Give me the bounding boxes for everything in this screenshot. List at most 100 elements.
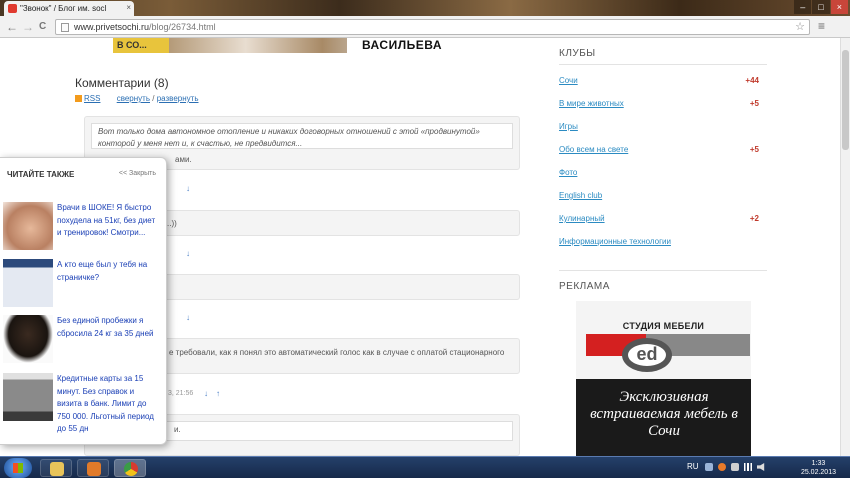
club-row[interactable]: English club	[559, 187, 759, 209]
club-count: +5	[749, 145, 759, 154]
scrollbar-thumb[interactable]	[842, 50, 849, 150]
popup-item[interactable]: Врачи в ШОКЕ! Я быстро похудела на 51кг,…	[0, 202, 167, 254]
back-button[interactable]: ←	[6, 19, 18, 35]
volume-icon[interactable]	[757, 463, 765, 471]
start-button[interactable]	[4, 458, 32, 478]
popup-item-link[interactable]: Без единой пробежки я сбросила 24 кг за …	[57, 315, 161, 340]
comment-4-down-arrow[interactable]: ↓	[204, 389, 208, 398]
club-row[interactable]: Кулинарный +2	[559, 210, 759, 232]
expand-link[interactable]: развернуть	[157, 94, 199, 103]
club-row[interactable]: Игры	[559, 118, 759, 140]
ads-heading: РЕКЛАМА	[559, 281, 610, 292]
popup-item-link[interactable]: Врачи в ШОКЕ! Я быстро похудела на 51кг,…	[57, 202, 161, 240]
club-row[interactable]: В мире животных +5	[559, 95, 759, 117]
address-bar[interactable]: www.privetsochi.ru/blog/26734.html ☆	[55, 19, 810, 35]
top-banner-ad[interactable]: В СО... ВАСИЛЬЕВА	[113, 38, 457, 53]
comment-4-text: е требовали, как я понял это автоматичес…	[169, 348, 505, 357]
club-count: +44	[745, 76, 759, 85]
network-icon[interactable]	[744, 463, 752, 471]
language-indicator[interactable]: RU	[687, 462, 699, 471]
system-tray: RU 1:33 25.02.2013	[685, 457, 850, 478]
club-row[interactable]: Фото	[559, 164, 759, 186]
popup-item-thumbnail[interactable]	[3, 259, 53, 307]
folder-icon	[50, 462, 64, 476]
tray-expand-icon[interactable]	[705, 463, 713, 471]
page-icon	[61, 23, 69, 32]
club-row[interactable]: Обо всем на свете +5	[559, 141, 759, 163]
links-separator: /	[152, 94, 155, 103]
window-controls: – □ ×	[794, 0, 848, 14]
furniture-ad[interactable]: СТУДИЯ МЕБЕЛИ ed Эксклюзивная встраиваем…	[576, 301, 751, 456]
read-also-popup: ЧИТАЙТЕ ТАКЖЕ << Закрыть Врачи в ШОКЕ! Я…	[0, 157, 167, 445]
collapse-link[interactable]: свернуть	[117, 94, 150, 103]
tray-notification-icon[interactable]	[731, 463, 739, 471]
club-link[interactable]: Фото	[559, 168, 577, 177]
page-scrollbar[interactable]	[840, 38, 850, 456]
club-row[interactable]: Информационные технологии	[559, 233, 759, 255]
browser-menu-icon[interactable]: ≡	[818, 19, 825, 33]
minimize-button[interactable]: –	[794, 0, 812, 14]
windows-logo-icon	[13, 463, 23, 473]
media-player-icon	[87, 462, 101, 476]
ad-logo: ed	[622, 338, 672, 372]
tab-close-icon[interactable]: ×	[126, 3, 131, 12]
popup-item-thumbnail[interactable]	[3, 315, 53, 363]
club-link[interactable]: Игры	[559, 122, 578, 131]
clock-date: 25.02.2013	[800, 469, 836, 476]
comment-1-down-arrow[interactable]: ↓	[186, 184, 190, 193]
club-count: +2	[749, 214, 759, 223]
windows-taskbar: RU 1:33 25.02.2013	[0, 456, 850, 478]
taskbar-media-button[interactable]	[77, 459, 109, 477]
rss-icon	[75, 95, 82, 102]
forward-button[interactable]: →	[22, 19, 34, 35]
ad-studio-text: СТУДИЯ МЕБЕЛИ	[622, 321, 705, 331]
popup-item-link[interactable]: А кто еще был у тебя на страничке?	[57, 259, 161, 284]
popup-item[interactable]: А кто еще был у тебя на страничке?	[0, 259, 167, 309]
reload-button[interactable]: C	[39, 19, 46, 35]
popup-title: ЧИТАЙТЕ ТАКЖЕ	[7, 170, 75, 179]
popup-close-link[interactable]: << Закрыть	[119, 170, 156, 177]
comment-3-down-arrow[interactable]: ↓	[186, 313, 190, 322]
popup-item[interactable]: Кредитные карты за 15 минут. Без справок…	[0, 373, 167, 433]
banner-name: ВАСИЛЬЕВА	[347, 38, 457, 53]
url-path: /blog/26734.html	[149, 22, 216, 32]
tab-title: "Звонок" / Блог им. socl	[20, 4, 107, 13]
comments-title: Комментарии (8)	[75, 76, 169, 90]
url-domain: www.privetsochi.ru	[74, 22, 150, 32]
comment-2-text: ..))	[167, 219, 177, 228]
club-link[interactable]: В мире животных	[559, 99, 624, 108]
popup-item-link[interactable]: Кредитные карты за 15 минут. Без справок…	[57, 373, 161, 436]
popup-item-thumbnail[interactable]	[3, 373, 53, 421]
browser-tab-strip: "Звонок" / Блог им. socl × – □ ×	[0, 0, 850, 16]
banner-left-text: В СО...	[113, 38, 169, 53]
club-link[interactable]: Обо всем на свете	[559, 145, 628, 154]
rss-link[interactable]: RSS	[84, 94, 100, 103]
maximize-button[interactable]: □	[812, 0, 830, 14]
comment-4-time: 3, 21:56	[168, 390, 194, 397]
taskbar-explorer-button[interactable]	[40, 459, 72, 477]
popup-item[interactable]: Без единой пробежки я сбросила 24 кг за …	[0, 315, 167, 365]
club-link[interactable]: Кулинарный	[559, 214, 605, 223]
clock-time: 1:33	[811, 460, 826, 467]
club-link[interactable]: English club	[559, 191, 602, 200]
popup-item-thumbnail[interactable]	[3, 202, 53, 250]
comment-4-up-arrow[interactable]: ↑	[216, 389, 220, 398]
taskbar-clock[interactable]: 1:33 25.02.2013	[801, 459, 836, 477]
club-count: +5	[749, 99, 759, 108]
comment-1-quote: Вот только дома автономное отопление и н…	[91, 123, 513, 149]
comment-2-down-arrow[interactable]: ↓	[186, 249, 190, 258]
club-link[interactable]: Информационные технологии	[559, 237, 671, 246]
browser-tab[interactable]: "Звонок" / Блог им. socl ×	[4, 1, 134, 16]
taskbar-chrome-button[interactable]	[114, 459, 146, 477]
browser-toolbar: ← → C www.privetsochi.ru/blog/26734.html…	[0, 16, 850, 38]
site-favicon-icon	[8, 4, 17, 13]
close-window-button[interactable]: ×	[830, 0, 848, 14]
comments-links: RSS свернуть / развернуть	[75, 94, 199, 103]
ad-slogan: Эксклюзивная встраиваемая мебель в Сочи	[590, 389, 738, 439]
club-link[interactable]: Сочи	[559, 76, 578, 85]
tray-app-icon[interactable]	[718, 463, 726, 471]
club-row[interactable]: Сочи +44	[559, 72, 759, 94]
bookmark-star-icon[interactable]: ☆	[795, 20, 805, 34]
clubs-top-divider	[559, 64, 767, 65]
screen: "Звонок" / Блог им. socl × – □ × ← → C w…	[0, 0, 850, 478]
